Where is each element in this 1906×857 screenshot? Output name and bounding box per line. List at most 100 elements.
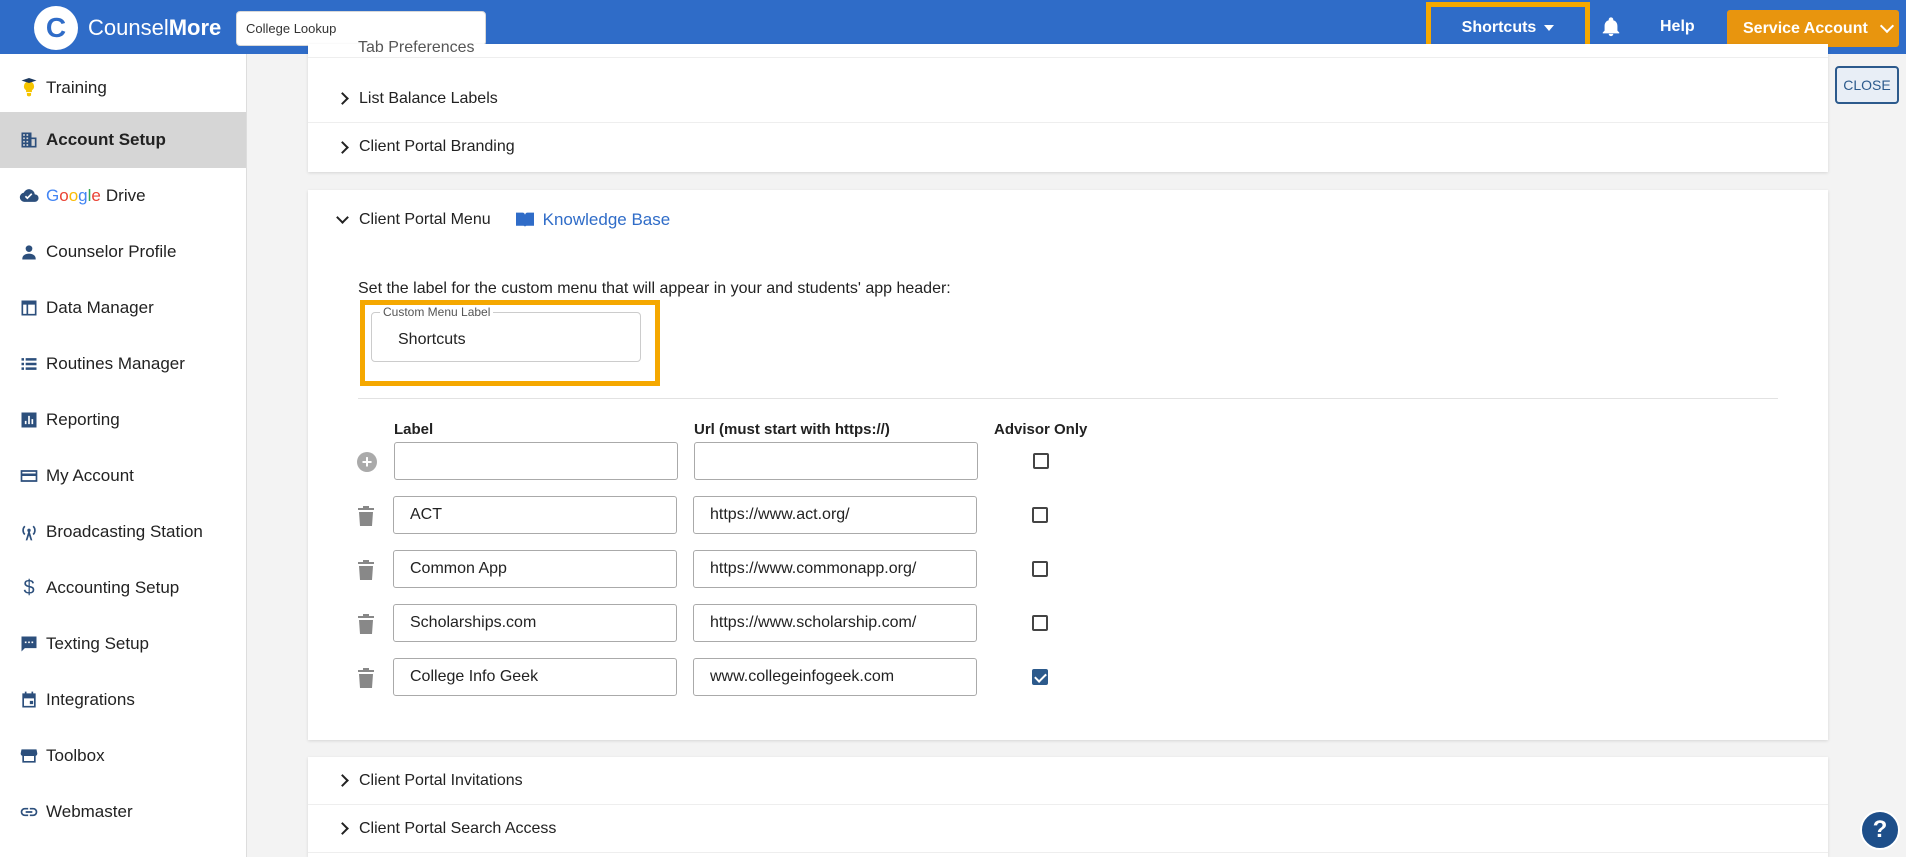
add-row-icon[interactable]: + (357, 452, 377, 472)
advisor-only-checkbox[interactable] (1032, 561, 1048, 577)
link-url-input[interactable]: https://www.commonapp.org/ (693, 550, 977, 588)
section-client-portal-menu[interactable]: Client Portal Menu Knowledge Base (308, 196, 1828, 244)
link-label-input[interactable]: Scholarships.com (393, 604, 677, 642)
section-label: List Balance Labels (359, 89, 498, 107)
new-label-input[interactable] (394, 442, 678, 480)
sidebar-item-label: Toolbox (46, 746, 105, 765)
trash-icon[interactable] (358, 506, 374, 526)
sidebar-item-label: Webmaster (46, 802, 133, 821)
settings-panel-top: Tab Preferences List Balance Labels Clie… (308, 40, 1828, 172)
bar-chart-icon (18, 409, 40, 431)
sidebar-item-toolbox[interactable]: Toolbox (0, 728, 246, 784)
sidebar-item-reporting[interactable]: Reporting (0, 392, 246, 448)
sidebar-item-label: Broadcasting Station (46, 522, 203, 541)
new-url-input[interactable] (694, 442, 978, 480)
table-icon (18, 297, 40, 319)
sidebar-item-label: Accounting Setup (46, 578, 180, 597)
trash-icon[interactable] (358, 668, 374, 688)
credit-card-icon (18, 465, 40, 487)
sidebar-item-label: Routines Manager (46, 354, 185, 373)
sidebar-item-webmaster[interactable]: Webmaster (0, 784, 246, 840)
sidebar-item-routines-manager[interactable]: Routines Manager (0, 336, 246, 392)
section-list-balance-labels[interactable]: List Balance Labels (308, 75, 1828, 123)
link-icon (18, 801, 40, 823)
sidebar-item-broadcasting-station[interactable]: Broadcasting Station (0, 504, 246, 560)
lightbulb-icon (18, 77, 40, 99)
advisor-only-checkbox[interactable] (1032, 507, 1048, 523)
sidebar-item-label: Data Manager (46, 298, 154, 317)
sidebar-item-integrations[interactable]: Integrations (0, 672, 246, 728)
custom-menu-label-field[interactable]: Custom Menu Label Shortcuts (371, 305, 641, 362)
link-label-input[interactable]: Common App (393, 550, 677, 588)
trash-icon[interactable] (358, 560, 374, 580)
sidebar-item-my-account[interactable]: My Account (0, 448, 246, 504)
chevron-right-icon (336, 92, 349, 105)
sidebar-item-google-drive[interactable]: Google Drive (0, 168, 246, 224)
calendar-icon (18, 689, 40, 711)
sidebar-item-account-setup[interactable]: Account Setup (0, 112, 246, 168)
section-label: Client Portal Menu (359, 211, 491, 228)
sidebar-item-texting-setup[interactable]: Texting Setup (0, 616, 246, 672)
sidebar-item-label: Integrations (46, 690, 135, 709)
section-tab-preferences[interactable]: Tab Preferences (308, 40, 1828, 58)
sidebar-item-training[interactable]: Training (0, 60, 246, 116)
logo-text: CounselMore (88, 15, 222, 40)
trash-icon[interactable] (358, 614, 374, 634)
settings-panel-bottom: Client Portal Invitations Client Portal … (308, 757, 1828, 857)
counselmore-logo[interactable]: C CounselMore (34, 6, 221, 50)
dollar-icon: $ (23, 576, 35, 599)
help-link[interactable]: Help (1660, 18, 1695, 36)
section-client-portal-invitations[interactable]: Client Portal Invitations (308, 757, 1828, 805)
section-label: Tab Preferences (358, 40, 475, 56)
chat-icon (18, 633, 40, 655)
service-account-label: Service Account (1743, 19, 1868, 37)
toolbox-icon (18, 745, 40, 767)
column-header-label: Label (394, 421, 434, 438)
advisor-only-checkbox[interactable] (1032, 615, 1048, 631)
divider (358, 398, 1778, 399)
person-icon (18, 241, 40, 263)
column-header-advisor-only: Advisor Only (994, 421, 1088, 438)
section-client-portal-search-access[interactable]: Client Portal Search Access (308, 805, 1828, 853)
link-url-input[interactable]: https://www.scholarship.com/ (693, 604, 977, 642)
sidebar-item-label: Reporting (46, 410, 120, 429)
menu-instruction: Set the label for the custom menu that w… (358, 280, 951, 297)
sidebar-item-label: Counselor Profile (46, 242, 177, 261)
advisor-only-checkbox-checked[interactable] (1032, 669, 1048, 685)
custom-menu-label-legend: Custom Menu Label (380, 305, 494, 319)
cloud-icon (18, 185, 40, 207)
sidebar-item-label: My Account (46, 466, 134, 485)
section-label: Client Portal Branding (359, 138, 515, 155)
building-icon (18, 129, 40, 151)
sidebar-item-label: Training (46, 78, 107, 97)
knowledge-base-link[interactable]: Knowledge Base (515, 210, 670, 230)
chevron-right-icon (336, 140, 349, 154)
chevron-right-icon (336, 822, 349, 835)
link-url-input[interactable]: https://www.act.org/ (693, 496, 977, 534)
sidebar-item-label: Account Setup (46, 130, 166, 149)
new-advisor-only-checkbox[interactable] (1033, 453, 1049, 469)
sidebar-item-accounting-setup[interactable]: $ Accounting Setup (0, 560, 246, 616)
link-label-input[interactable]: ACT (393, 496, 677, 534)
list-icon (18, 353, 40, 375)
close-button[interactable]: CLOSE (1835, 66, 1899, 104)
shortcuts-label: Shortcuts (1461, 19, 1537, 36)
google-wordmark: Google (46, 186, 101, 205)
custom-menu-label-value: Shortcuts (398, 331, 466, 348)
sidebar-item-data-manager[interactable]: Data Manager (0, 280, 246, 336)
column-header-url: Url (must start with https://) (694, 421, 890, 438)
section-label: Client Portal Invitations (359, 771, 523, 789)
sidebar-item-counselor-profile[interactable]: Counselor Profile (0, 224, 246, 280)
chevron-right-icon (336, 774, 349, 787)
antenna-icon (18, 521, 40, 543)
chevron-down-icon (1879, 18, 1894, 34)
bell-icon[interactable] (1600, 16, 1624, 40)
link-url-input[interactable]: www.collegeinfogeek.com (693, 658, 977, 696)
sidebar-item-label: Texting Setup (46, 634, 150, 653)
help-fab-button[interactable]: ? (1860, 810, 1900, 850)
link-label-input[interactable]: College Info Geek (393, 658, 677, 696)
client-portal-menu-panel: Client Portal Menu Knowledge Base Set th… (308, 190, 1828, 740)
section-client-portal-branding[interactable]: Client Portal Branding (308, 123, 1828, 171)
logo-icon: C (34, 6, 78, 50)
sidebar: Training Account Setup Google Drive Coun… (0, 54, 247, 857)
